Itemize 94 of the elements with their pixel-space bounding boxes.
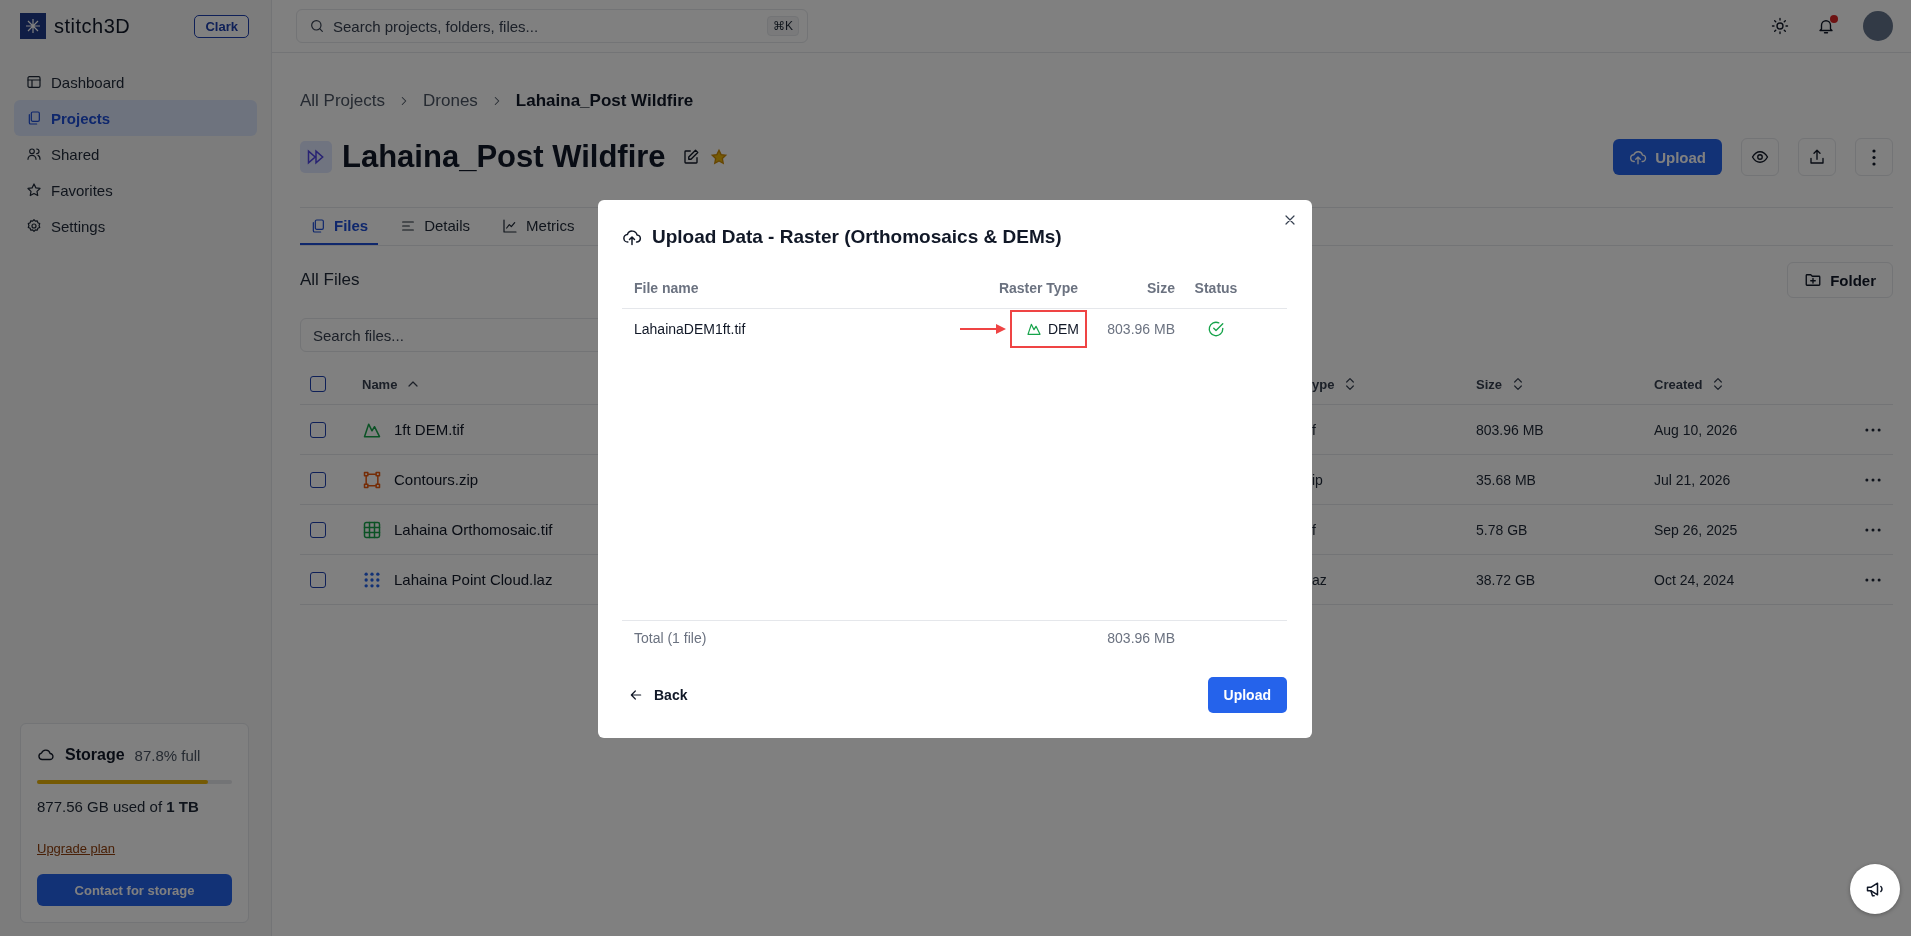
table-cell-text: 5.78 GB	[1476, 521, 1529, 538]
folder-button[interactable]: Folder	[1787, 262, 1893, 298]
column-header[interactable]: Size	[1476, 376, 1502, 392]
file-name[interactable]: Lahaina Orthomosaic.tif	[394, 521, 553, 538]
sidebar-item[interactable]: Projects	[14, 100, 257, 136]
table-cell-text: 38.72 GB	[1476, 571, 1537, 588]
copy-icon	[310, 217, 326, 234]
fast-forward-icon	[300, 141, 332, 173]
table-cell-text: Aug 10, 2026	[1654, 421, 1739, 438]
tab[interactable]: Files	[300, 208, 379, 245]
org-badge[interactable]: Clark	[194, 14, 249, 38]
edit-icon	[681, 148, 700, 166]
annotation-arrow	[959, 324, 1006, 334]
storage-title: Storage	[65, 746, 125, 764]
upload-button[interactable]: Upload	[1613, 139, 1722, 175]
checkbox[interactable]	[310, 471, 326, 488]
storage-percent: 87.8% full	[134, 746, 201, 764]
vector-square-icon	[362, 469, 382, 490]
storage-used-text: 877.56 GB used of 1 TB	[37, 798, 200, 815]
settings-icon	[26, 218, 42, 234]
total-size: 803.96 MB	[1106, 630, 1175, 646]
checkbox[interactable]	[310, 571, 326, 588]
table-cell-text: f	[1312, 521, 1317, 538]
file-name[interactable]: Contours.zip	[394, 471, 479, 488]
breadcrumb-item: Lahaina_Post Wildfire	[515, 91, 694, 111]
table-cell-text: 35.68 MB	[1476, 471, 1537, 488]
megaphone-icon	[1865, 879, 1885, 899]
breadcrumb-item[interactable]: Drones	[423, 91, 478, 111]
column-header: Raster Type	[998, 280, 1078, 296]
shortcut-key: ⌘K	[767, 16, 799, 36]
sidebar-item[interactable]: Settings	[14, 208, 257, 244]
copy-icon	[26, 110, 42, 126]
grid-icon	[362, 519, 382, 540]
folder-plus-icon	[1804, 271, 1823, 289]
avatar[interactable]	[1863, 11, 1893, 41]
bell-icon	[1817, 17, 1835, 35]
section-heading: All Files	[300, 270, 360, 290]
line-chart-icon	[502, 217, 519, 234]
back-button[interactable]: Back	[622, 677, 694, 713]
sidebar-item[interactable]: Dashboard	[14, 64, 257, 100]
more-horizontal-icon[interactable]	[1865, 427, 1881, 432]
breadcrumb-item[interactable]: All Projects	[300, 91, 386, 111]
checkbox[interactable]	[310, 376, 326, 392]
more-horizontal-icon[interactable]	[1865, 577, 1881, 582]
eye-button[interactable]	[1741, 138, 1779, 176]
file-name[interactable]: Lahaina Point Cloud.laz	[394, 571, 553, 588]
column-header: File name	[634, 280, 699, 296]
share-icon	[1808, 148, 1826, 166]
sun-icon	[1771, 17, 1789, 35]
table-cell-text: 803.96 MB	[1476, 421, 1545, 438]
logo-text: stitch3D	[54, 14, 132, 38]
users-icon	[26, 146, 42, 162]
tab[interactable]: Metrics	[492, 208, 585, 245]
column-header: Status	[1194, 280, 1238, 296]
arrow-left-icon	[628, 687, 644, 703]
sidebar-item[interactable]: Shared	[14, 136, 257, 172]
star-icon	[26, 182, 42, 198]
check-circle-icon	[1207, 320, 1225, 338]
cloud-upload-icon	[1629, 148, 1648, 166]
project-title: Lahaina_Post Wildfire	[342, 139, 666, 175]
dialog-title: Upload Data - Raster (Orthomosaics & DEMs)	[652, 226, 1063, 248]
sidebar-item[interactable]: Favorites	[14, 172, 257, 208]
cloud-upload-icon	[622, 227, 642, 247]
share-button[interactable]	[1798, 138, 1836, 176]
table-cell-text: Oct 24, 2024	[1654, 571, 1736, 588]
search-field[interactable]: Search projects, folders, files... ⌘K	[296, 9, 808, 43]
column-header: Size	[1147, 280, 1175, 296]
upload-button[interactable]: Upload	[1207, 677, 1287, 713]
table-cell-text: az	[1312, 571, 1328, 588]
table-cell-text: Sep 26, 2025	[1654, 521, 1739, 538]
table-cell-text: ip	[1312, 471, 1324, 488]
more-horizontal-icon[interactable]	[1865, 527, 1881, 532]
total-label: Total (1 file)	[633, 630, 708, 646]
search-icon	[309, 18, 325, 34]
eye-icon	[1751, 148, 1769, 166]
mountain-icon	[1025, 321, 1042, 337]
logo-icon	[20, 13, 46, 39]
checkbox[interactable]	[310, 521, 326, 538]
column-header[interactable]: Name	[362, 376, 398, 392]
table-cell-text: f	[1312, 421, 1317, 438]
layout-icon	[26, 74, 42, 90]
more-horizontal-icon[interactable]	[1865, 477, 1881, 482]
file-size: 803.96 MB	[1106, 321, 1175, 337]
tab[interactable]: Details	[390, 208, 481, 245]
more-vertical-icon	[1872, 148, 1876, 166]
table-cell-text: Jul 21, 2026	[1654, 471, 1732, 488]
raster-type: DEM	[1009, 310, 1087, 348]
file-name[interactable]: 1ft DEM.tif	[394, 421, 464, 438]
column-header[interactable]: Created	[1654, 376, 1703, 392]
upgrade-link[interactable]: Upgrade plan	[37, 841, 116, 856]
contact-button[interactable]: Contact for storage	[37, 874, 232, 906]
column-header[interactable]: ype	[1312, 376, 1335, 392]
star-icon[interactable]	[709, 148, 728, 166]
checkbox[interactable]	[310, 421, 326, 438]
